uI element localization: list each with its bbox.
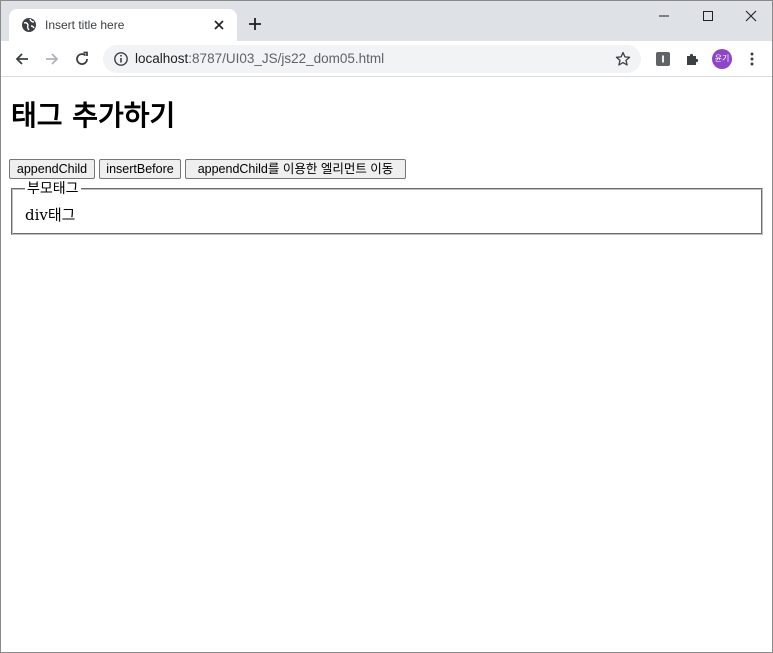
minimize-icon[interactable] [641,1,687,31]
site-info-icon[interactable] [113,51,129,67]
page-content: 태그 추가하기 appendChild insertBefore appendC… [1,78,772,652]
page-title: 태그 추가하기 [11,99,176,132]
browser-window: Insert title here localhost:8787/UI03_JS… [0,0,773,653]
insert-before-button[interactable]: insertBefore [99,159,181,179]
globe-icon [21,17,37,33]
close-window-icon[interactable] [728,1,772,31]
reload-icon[interactable] [71,48,93,70]
append-child-button[interactable]: appendChild [9,159,95,179]
browser-tab[interactable]: Insert title here [9,9,237,41]
close-tab-icon[interactable] [211,17,227,33]
bookmark-star-icon[interactable] [615,51,631,67]
browser-toolbar: localhost:8787/UI03_JS/js22_dom05.html 윤… [1,41,772,77]
fieldset-legend: 부모태그 [25,180,81,198]
kebab-menu-icon[interactable] [744,51,760,67]
url-text: localhost:8787/UI03_JS/js22_dom05.html [135,51,384,67]
forward-arrow-icon[interactable] [41,48,63,70]
maximize-icon[interactable] [685,1,731,31]
div-tag-text: div태그 [25,206,76,224]
profile-avatar[interactable]: 윤기 [712,49,732,69]
puzzle-icon[interactable] [684,51,700,67]
url-path: :8787/UI03_JS/js22_dom05.html [188,51,385,66]
url-host: localhost [135,51,189,66]
move-element-button[interactable]: appendChild를 이용한 엘리먼트 이동 [185,159,406,179]
extension-icon[interactable] [655,51,671,67]
parent-fieldset: 부모태그 div태그 [11,180,763,235]
address-bar[interactable]: localhost:8787/UI03_JS/js22_dom05.html [103,45,641,73]
back-arrow-icon[interactable] [11,48,33,70]
tab-strip: Insert title here [1,1,772,41]
tab-title: Insert title here [45,18,125,32]
new-tab-icon[interactable] [245,14,265,34]
